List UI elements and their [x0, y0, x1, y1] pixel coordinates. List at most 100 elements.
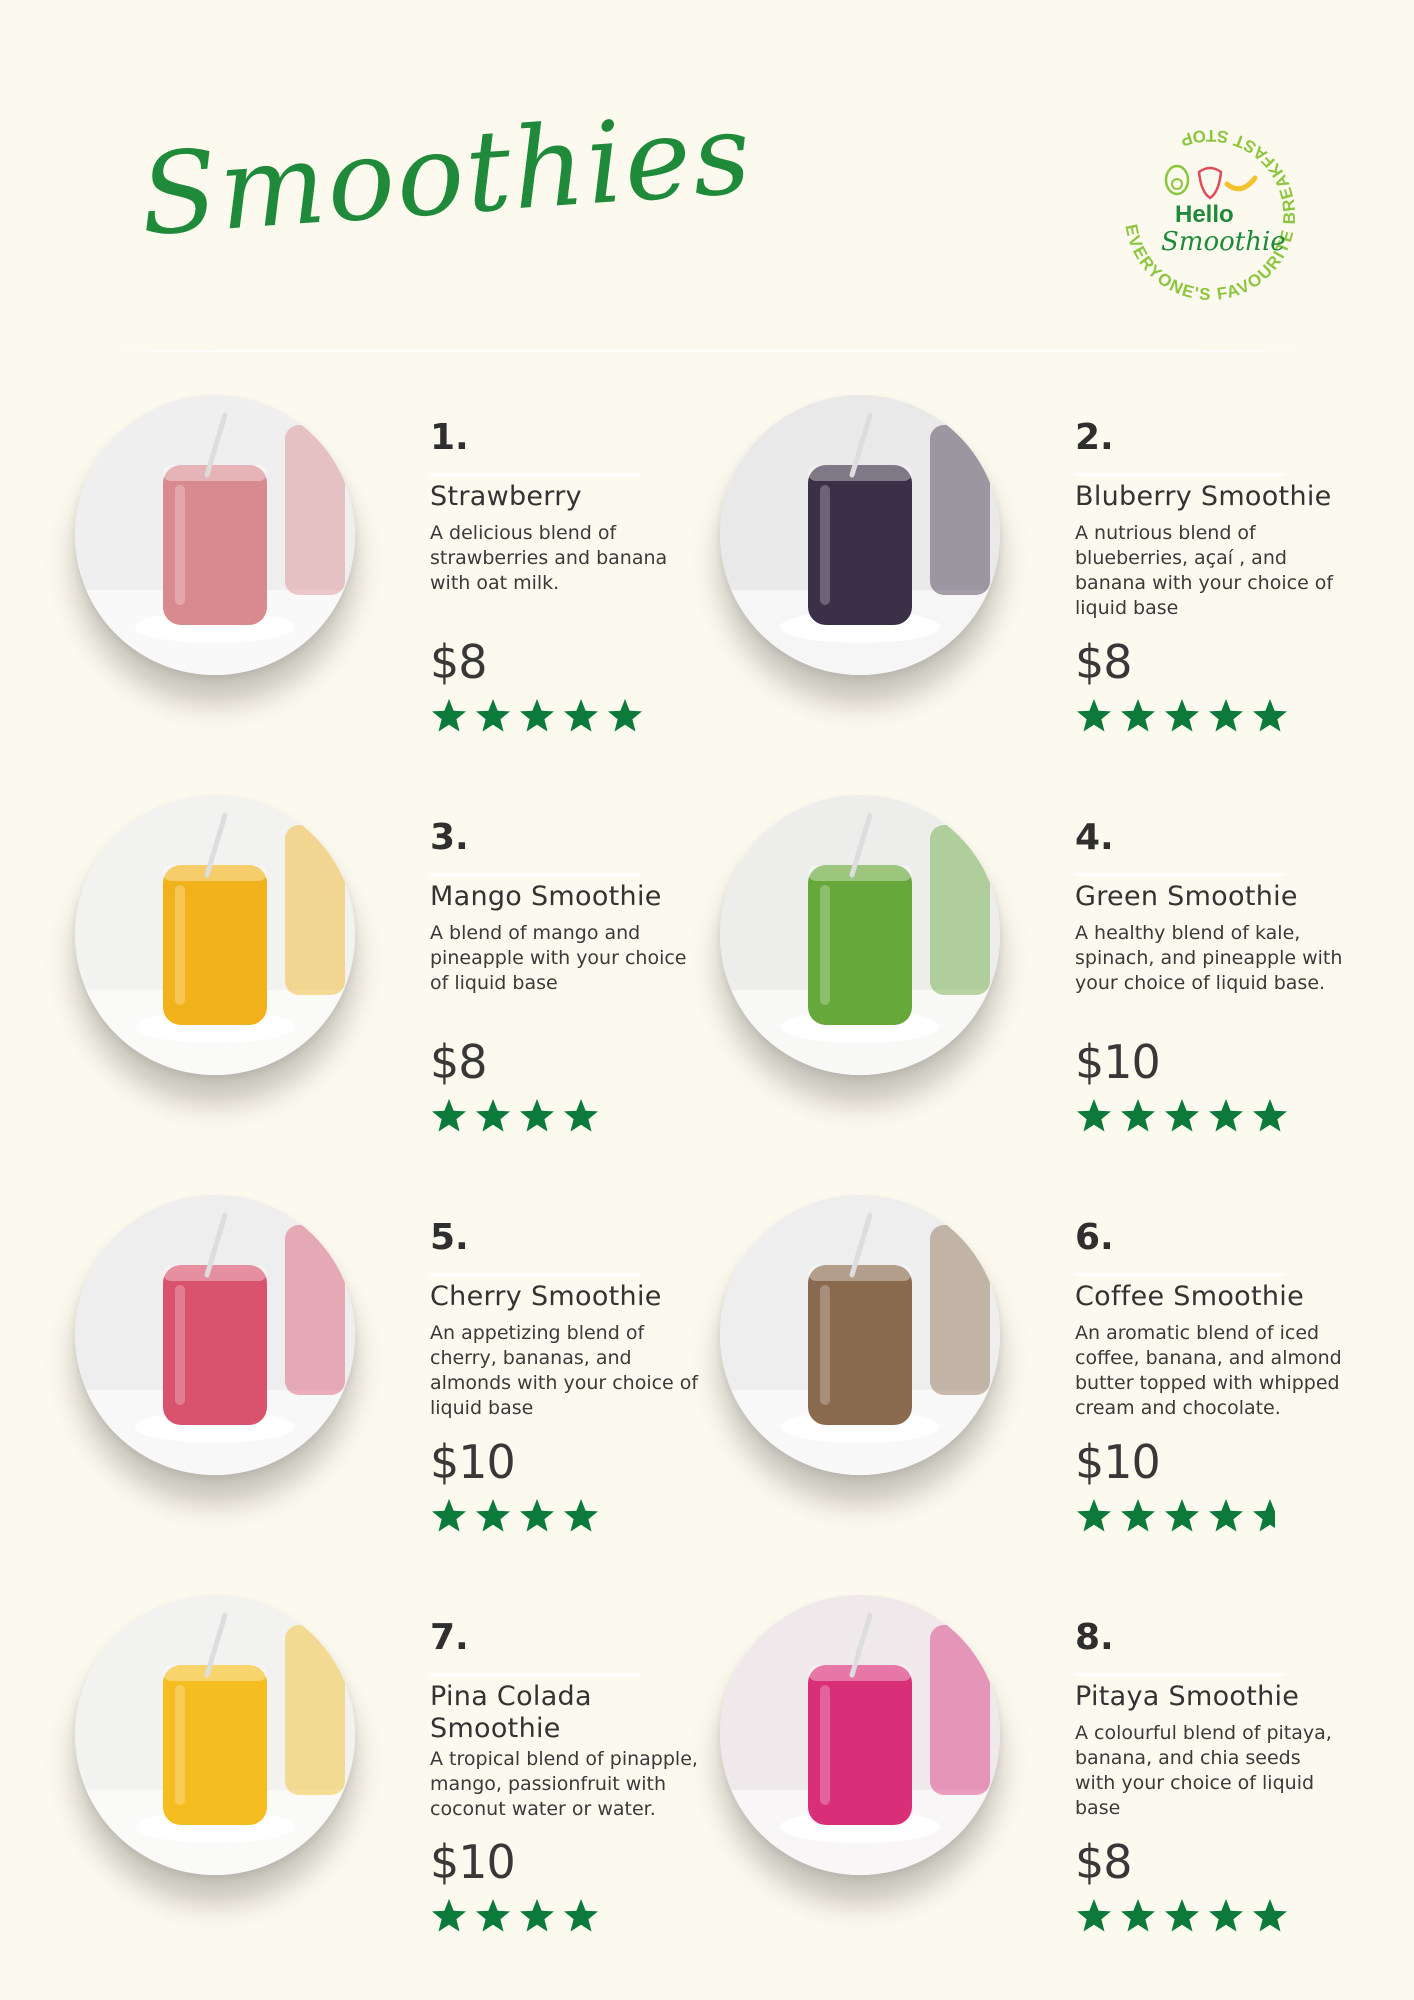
- star-icon: [1165, 699, 1199, 732]
- item-price: $10: [1075, 1035, 1161, 1089]
- item-description: A colourful blend of pitaya, banana, and…: [1075, 1722, 1332, 1819]
- star-icon: [1077, 1499, 1111, 1532]
- star-icon: [1077, 1099, 1111, 1132]
- item-price: $8: [1075, 1835, 1133, 1889]
- menu-item-card: 3. Mango Smoothie A blend of mango and p…: [75, 795, 715, 1165]
- item-title-underline: [430, 1273, 640, 1276]
- star-icon: [1121, 1499, 1155, 1532]
- item-description: A healthy blend of kale, spinach, and pi…: [1075, 922, 1343, 994]
- rating-stars: [1075, 1497, 1289, 1535]
- rating-stars: [1075, 697, 1289, 735]
- item-title-underline: [1075, 1273, 1285, 1276]
- star-icon: [1253, 1099, 1287, 1132]
- item-number: 2.: [1075, 417, 1114, 458]
- menu-item-card: 1. Strawberry A delicious blend of straw…: [75, 395, 715, 765]
- item-number: 1.: [430, 417, 469, 458]
- item-title-underline: [1075, 1673, 1285, 1676]
- star-icon: [476, 1099, 510, 1132]
- item-description: An appetizing blend of cherry, bananas, …: [430, 1322, 699, 1419]
- item-title-underline: [430, 473, 640, 476]
- star-icon: [520, 1899, 554, 1932]
- item-number: 7.: [430, 1617, 469, 1658]
- menu-item-card: 2. Bluberry Smoothie A nutrious blend of…: [720, 395, 1360, 765]
- item-name: Bluberry Smoothie: [1075, 481, 1332, 512]
- smoothie-photo: [720, 395, 1000, 675]
- item-name: Pina Colada Smoothie: [430, 1681, 592, 1744]
- item-price: $8: [430, 635, 488, 689]
- item-price: $10: [430, 1435, 516, 1489]
- item-description: A tropical blend of pinapple, mango, pas…: [430, 1748, 698, 1820]
- rating-stars: [1075, 1897, 1289, 1935]
- menu-item-card: 7. Pina Colada Smoothie A tropical blend…: [75, 1595, 715, 1965]
- item-number: 3.: [430, 817, 469, 858]
- brand-logo: EVERYONE'S FAVOURITE BREAKFAST STOP Hell…: [1095, 100, 1325, 330]
- item-description: An aromatic blend of iced coffee, banana…: [1075, 1322, 1342, 1419]
- banana-icon: [1224, 175, 1258, 192]
- rating-stars: [430, 1497, 600, 1535]
- half-star-icon: [1253, 1499, 1275, 1532]
- item-description: A nutrious blend of blueberries, açaí , …: [1075, 522, 1334, 619]
- smoothie-photo: [75, 795, 355, 1075]
- menu-item-card: 4. Green Smoothie A healthy blend of kal…: [720, 795, 1360, 1165]
- star-icon: [564, 1099, 598, 1132]
- star-icon: [1121, 699, 1155, 732]
- star-icon: [1209, 1099, 1243, 1132]
- item-title-underline: [1075, 473, 1285, 476]
- smoothie-photo: [75, 1195, 355, 1475]
- smoothie-photo: [720, 1595, 1000, 1875]
- item-name: Pitaya Smoothie: [1075, 1681, 1300, 1712]
- header-divider: [100, 350, 1315, 352]
- star-icon: [432, 1099, 466, 1132]
- avocado-icon: [1164, 164, 1190, 196]
- item-name: Strawberry: [430, 481, 582, 512]
- item-price: $8: [430, 1035, 488, 1089]
- star-icon: [564, 1899, 598, 1932]
- item-description: A delicious blend of strawberries and ba…: [430, 522, 668, 594]
- star-icon: [476, 1499, 510, 1532]
- star-icon: [1165, 1899, 1199, 1932]
- star-icon: [476, 1899, 510, 1932]
- item-title-underline: [1075, 873, 1285, 876]
- star-icon: [432, 699, 466, 732]
- star-icon: [564, 699, 598, 732]
- star-icon: [608, 699, 642, 732]
- star-icon: [520, 699, 554, 732]
- item-name: Green Smoothie: [1075, 881, 1298, 912]
- star-icon: [1209, 1499, 1243, 1532]
- item-number: 8.: [1075, 1617, 1114, 1658]
- item-price: $8: [1075, 635, 1133, 689]
- menu-item-card: 8. Pitaya Smoothie A colourful blend of …: [720, 1595, 1360, 1965]
- star-icon: [1209, 1899, 1243, 1932]
- star-icon: [564, 1499, 598, 1532]
- item-number: 5.: [430, 1217, 469, 1258]
- item-name: Mango Smoothie: [430, 881, 662, 912]
- logo-hello: Hello: [1175, 201, 1234, 228]
- strawberry-icon: [1197, 166, 1223, 200]
- rating-stars: [430, 697, 644, 735]
- star-icon: [1077, 699, 1111, 732]
- smoothie-photo: [75, 1595, 355, 1875]
- smoothie-photo: [720, 795, 1000, 1075]
- logo-word: Smoothie: [1161, 227, 1286, 257]
- star-icon: [520, 1499, 554, 1532]
- star-icon: [1121, 1899, 1155, 1932]
- item-name: Coffee Smoothie: [1075, 1281, 1304, 1312]
- item-description: A blend of mango and pineapple with your…: [430, 922, 687, 994]
- logo-badge: EVERYONE'S FAVOURITE BREAKFAST STOP Hell…: [1122, 126, 1298, 304]
- star-icon: [1209, 699, 1243, 732]
- smoothie-photo: [75, 395, 355, 675]
- rating-stars: [430, 1897, 600, 1935]
- star-icon: [432, 1499, 466, 1532]
- star-icon: [432, 1899, 466, 1932]
- star-icon: [1165, 1099, 1199, 1132]
- menu-item-card: 5. Cherry Smoothie An appetizing blend o…: [75, 1195, 715, 1565]
- star-icon: [1165, 1499, 1199, 1532]
- item-number: 6.: [1075, 1217, 1114, 1258]
- rating-stars: [430, 1097, 600, 1135]
- rating-stars: [1075, 1097, 1289, 1135]
- smoothie-photo: [720, 1195, 1000, 1475]
- item-number: 4.: [1075, 817, 1114, 858]
- star-icon: [1077, 1899, 1111, 1932]
- star-icon: [476, 699, 510, 732]
- star-icon: [1253, 1899, 1287, 1932]
